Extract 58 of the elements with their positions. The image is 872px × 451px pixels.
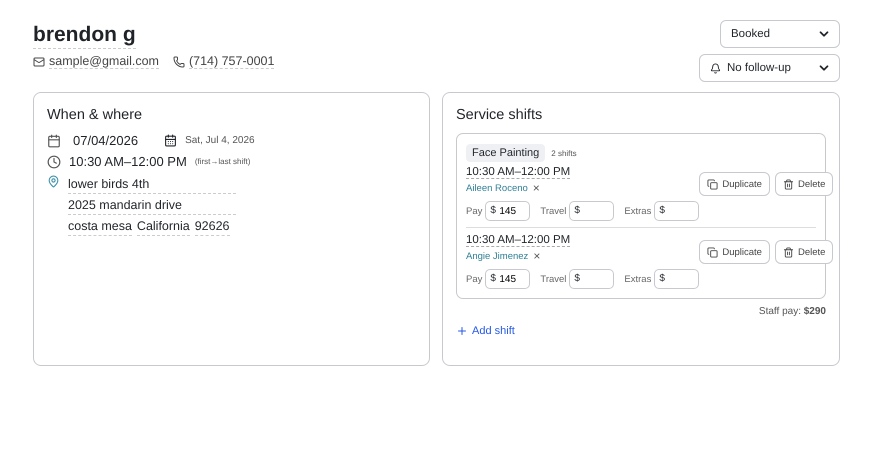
copy-icon [707,178,718,190]
card-title: When & where [47,107,144,123]
email-text[interactable]: sample@gmail.com [49,54,159,69]
calendar-icon [47,134,61,148]
staff-name[interactable]: Angie Jimenez [466,250,528,262]
field-label: Pay [466,274,482,284]
delete-button[interactable]: Delete [774,240,834,264]
shift-count: 2 shifts [551,148,577,158]
field-label: Travel [540,206,566,216]
state-field[interactable]: California [136,217,190,236]
bell-icon [710,62,721,74]
location-pin-icon [47,175,60,188]
zip-field[interactable]: 92626 [194,217,230,236]
plus-icon [456,325,468,337]
duplicate-button[interactable]: Duplicate [699,172,770,196]
amount-field[interactable] [654,269,700,289]
currency-prefix: $ [659,205,665,217]
amount-field[interactable] [654,201,700,221]
field-label: Pay [466,206,482,216]
time-range: 10:30 AM–12:00 PM [69,154,187,169]
followup-select[interactable]: No follow-up [699,54,840,82]
add-shift-button[interactable]: Add shift [456,325,515,337]
shift-time[interactable]: 10:30 AM–12:00 PM [466,234,570,247]
duplicate-button[interactable]: Duplicate [699,240,770,264]
city-field[interactable]: costa mesa [68,217,132,236]
delete-button[interactable]: Delete [774,172,834,196]
remove-button[interactable]: × [533,250,540,262]
trash-icon [782,246,794,258]
field-label: Extras [624,274,652,284]
address-line[interactable]: 2025 mandarin drive [68,196,236,215]
currency-prefix: $ [574,205,580,217]
field-label: Travel [540,274,566,284]
calendar-icon[interactable] [164,134,178,147]
phone-icon [172,56,185,68]
date-field[interactable]: 07/04/2026 [73,133,138,148]
staff-name[interactable]: Aileen Roceno [466,182,528,194]
amount-field[interactable] [569,269,614,289]
staff-pay-total: Staff pay: $290 [758,306,826,317]
service-tag: Face Painting [466,144,546,162]
time-note: (first→last shift) [194,157,250,166]
card-title: Service shifts [456,107,544,123]
date-label: Sat, Jul 4, 2026 [185,135,255,146]
trash-icon [782,178,794,190]
currency-prefix: $ [659,273,665,285]
currency-prefix: $ [490,205,496,217]
status-select[interactable]: Booked [720,20,840,48]
address-line[interactable]: lower birds 4th [68,175,236,194]
clock-icon [47,154,61,168]
shift-time[interactable]: 10:30 AM–12:00 PM [466,166,570,179]
field-label: Extras [624,206,652,216]
amount-field[interactable] [569,201,614,221]
remove-button[interactable]: × [532,182,540,194]
phone-text[interactable]: (714) 757-0001 [188,54,274,69]
currency-prefix: $ [574,273,580,285]
copy-icon [707,246,718,258]
currency-prefix: $ [490,273,496,285]
mail-icon [33,56,45,68]
client-name[interactable]: brendon g [33,22,136,49]
